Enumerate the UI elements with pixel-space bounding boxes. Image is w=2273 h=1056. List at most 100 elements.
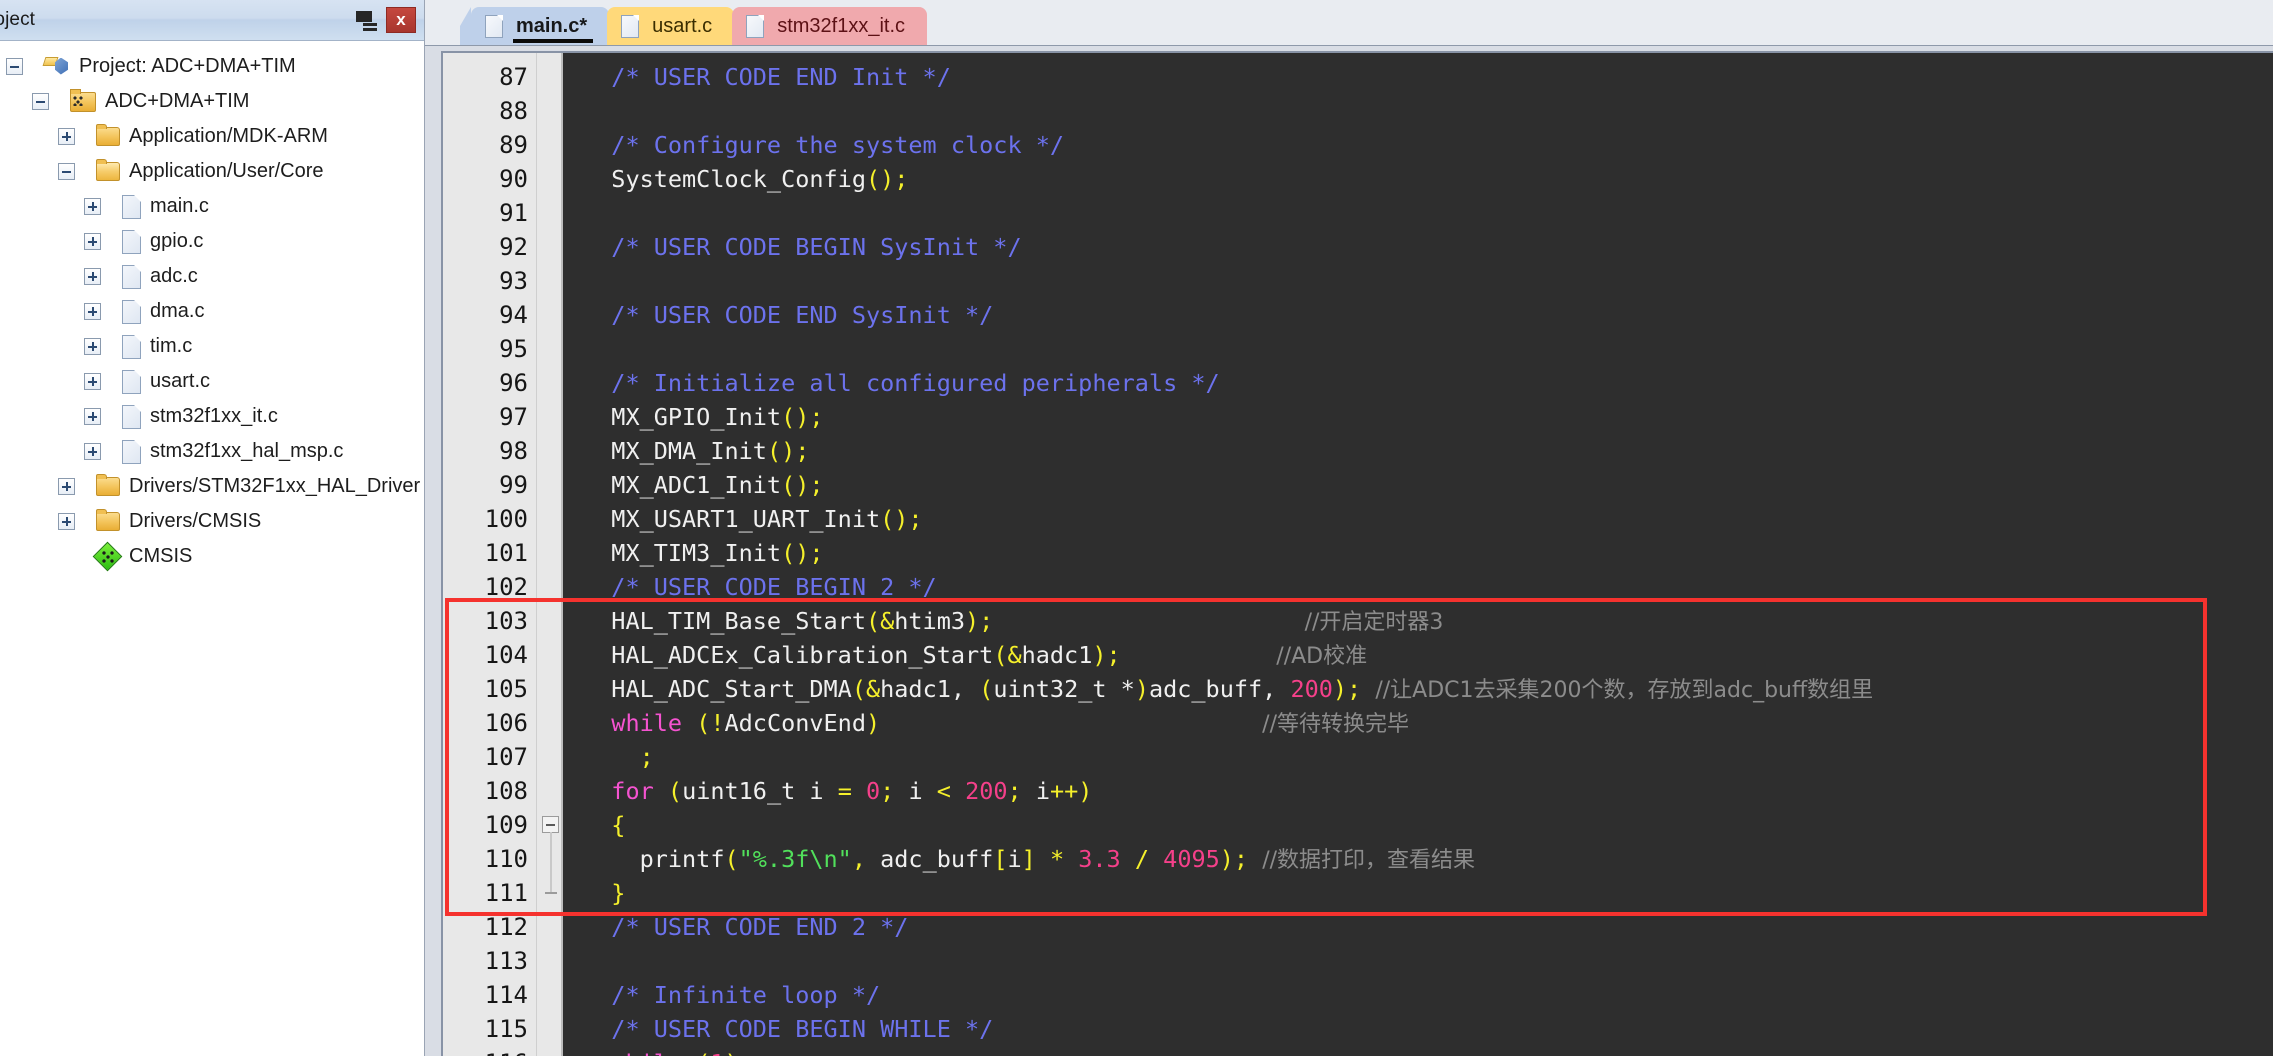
file-icon <box>122 229 141 254</box>
close-icon[interactable]: x <box>386 7 416 33</box>
file-icon <box>122 404 141 429</box>
code-line[interactable] <box>563 264 2273 298</box>
code-line[interactable]: MX_DMA_Init(); <box>563 434 2273 468</box>
tree-item-adc-c[interactable]: adc.c <box>0 259 424 294</box>
tab-stm32f1xx-it-c[interactable]: stm32f1xx_it.c <box>732 7 928 45</box>
project-tree[interactable]: Project: ADC+DMA+TIM ADC+DMA+TIM Applicati… <box>0 41 424 1056</box>
tree-item-label: usart.c <box>150 370 211 392</box>
code-line[interactable]: /* USER CODE END SysInit */ <box>563 298 2273 332</box>
tree-item-application-mdk-arm[interactable]: Application/MDK-ARM <box>0 119 424 154</box>
line-number: 99 <box>499 471 528 499</box>
tree-item-dma-c[interactable]: dma.c <box>0 294 424 329</box>
code-line[interactable]: while (!AdcConvEnd) //等待转换完毕 <box>563 706 2273 740</box>
file-icon <box>122 264 141 289</box>
tree-item-label: tim.c <box>150 335 193 357</box>
tree-item-gpio-c[interactable]: gpio.c <box>0 224 424 259</box>
code-line[interactable]: while (1) <box>563 1046 2273 1056</box>
tree-item-drivers-stm32f1xx-hal-driver[interactable]: Drivers/STM32F1xx_HAL_Driver <box>0 469 424 504</box>
code-line[interactable]: MX_GPIO_Init(); <box>563 400 2273 434</box>
tab-usart-c[interactable]: usart.c <box>607 7 735 45</box>
code-token: (); <box>781 471 824 499</box>
expand-plus-icon[interactable] <box>84 443 101 460</box>
tree-item-application-user-core[interactable]: Application/User/Core <box>0 154 424 189</box>
collapse-minus-icon[interactable] <box>32 93 49 110</box>
fold-collapse-icon[interactable] <box>542 816 559 833</box>
code-line[interactable]: ; <box>563 740 2273 774</box>
expand-plus-icon[interactable] <box>84 268 101 285</box>
line-number: 92 <box>499 233 528 261</box>
group-icon <box>70 88 96 112</box>
code-line[interactable]: /* USER CODE END 2 */ <box>563 910 2273 944</box>
expand-plus-icon[interactable] <box>84 198 101 215</box>
code-token: < <box>936 777 951 805</box>
pin-icon[interactable] <box>354 8 376 32</box>
tree-item-tim-c[interactable]: tim.c <box>0 329 424 364</box>
code-text-area[interactable]: /* USER CODE END Init */ /* Configure th… <box>563 53 2273 1056</box>
expand-plus-icon[interactable] <box>84 408 101 425</box>
tree-item-main-c[interactable]: main.c <box>0 189 424 224</box>
collapse-minus-icon[interactable] <box>6 58 23 75</box>
tree-item-label: Drivers/STM32F1xx_HAL_Driver <box>129 475 421 497</box>
code-line[interactable]: /* Infinite loop */ <box>563 978 2273 1012</box>
code-line[interactable]: for (uint16_t i = 0; i < 200; i++) <box>563 774 2273 808</box>
code-line[interactable]: /* Configure the system clock */ <box>563 128 2273 162</box>
code-line[interactable]: HAL_TIM_Base_Start(&htim3); //开启定时器3 <box>563 604 2273 638</box>
expand-plus-icon[interactable] <box>58 478 75 495</box>
code-line[interactable]: HAL_ADC_Start_DMA(&hadc1, (uint32_t *)ad… <box>563 672 2273 706</box>
expand-plus-icon[interactable] <box>84 303 101 320</box>
code-line[interactable] <box>563 332 2273 366</box>
editor-tabstrip[interactable]: main.c* usart.c stm32f1xx_it.c <box>425 0 2273 46</box>
folder-icon <box>96 124 120 146</box>
tree-item-adc-dma-tim[interactable]: ADC+DMA+TIM <box>0 84 424 119</box>
fold-slot <box>537 604 561 638</box>
code-line[interactable]: /* USER CODE BEGIN SysInit */ <box>563 230 2273 264</box>
code-folding-column[interactable] <box>537 53 563 1056</box>
line-number: 89 <box>499 131 528 159</box>
code-token: * <box>1049 845 1065 873</box>
code-token: (); <box>865 165 909 193</box>
expand-plus-icon[interactable] <box>84 338 101 355</box>
tree-item-label: stm32f1xx_it.c <box>150 405 278 427</box>
code-token: /* Configure the system clock */ <box>611 131 1065 159</box>
code-line[interactable]: SystemClock_Config(); <box>563 162 2273 196</box>
code-token: ( <box>667 777 683 805</box>
code-line[interactable]: printf("%.3f\n", adc_buff[i] * 3.3 / 409… <box>563 842 2273 876</box>
tree-item-stm32f1xx-it-c[interactable]: stm32f1xx_it.c <box>0 399 424 434</box>
tree-item-stm32f1xx-hal-msp-c[interactable]: stm32f1xx_hal_msp.c <box>0 434 424 469</box>
code-token: { <box>611 811 626 839</box>
project-pane-tools: x <box>354 0 420 40</box>
collapse-minus-icon[interactable] <box>58 163 75 180</box>
tab-main-c-[interactable]: main.c* <box>471 7 610 45</box>
code-line[interactable]: /* USER CODE END Init */ <box>563 60 2273 94</box>
line-number: 87 <box>499 63 528 91</box>
code-line[interactable]: /* Initialize all configured peripherals… <box>563 366 2273 400</box>
code-line[interactable] <box>563 94 2273 128</box>
code-line[interactable]: { <box>563 808 2273 842</box>
code-line[interactable] <box>563 944 2273 978</box>
expand-plus-icon[interactable] <box>58 513 75 530</box>
tree-item-label: ADC+DMA+TIM <box>105 90 250 112</box>
expand-plus-icon[interactable] <box>84 373 101 390</box>
tree-item-drivers-cmsis[interactable]: Drivers/CMSIS <box>0 504 424 539</box>
code-line[interactable]: MX_TIM3_Init(); <box>563 536 2273 570</box>
code-line[interactable]: MX_ADC1_Init(); <box>563 468 2273 502</box>
expand-plus-icon[interactable] <box>58 128 75 145</box>
code-line[interactable]: } <box>563 876 2273 910</box>
tree-item-usart-c[interactable]: usart.c <box>0 364 424 399</box>
code-line[interactable]: MX_USART1_UART_Init(); <box>563 502 2273 536</box>
file-icon <box>746 14 765 38</box>
tree-item-cmsis[interactable]: CMSIS <box>0 539 424 574</box>
project-pane-title: roject <box>0 9 36 30</box>
code-line[interactable]: /* USER CODE BEGIN 2 */ <box>563 570 2273 604</box>
expand-plus-icon[interactable] <box>84 233 101 250</box>
code-line[interactable]: HAL_ADCEx_Calibration_Start(&hadc1); //A… <box>563 638 2273 672</box>
tree-item-project-adc-dma-tim[interactable]: Project: ADC+DMA+TIM <box>0 49 424 84</box>
code-line[interactable] <box>563 196 2273 230</box>
code-line[interactable]: /* USER CODE BEGIN WHILE */ <box>563 1012 2273 1046</box>
code-token: adc_buff, <box>1148 675 1291 703</box>
fold-slot[interactable] <box>537 808 561 842</box>
